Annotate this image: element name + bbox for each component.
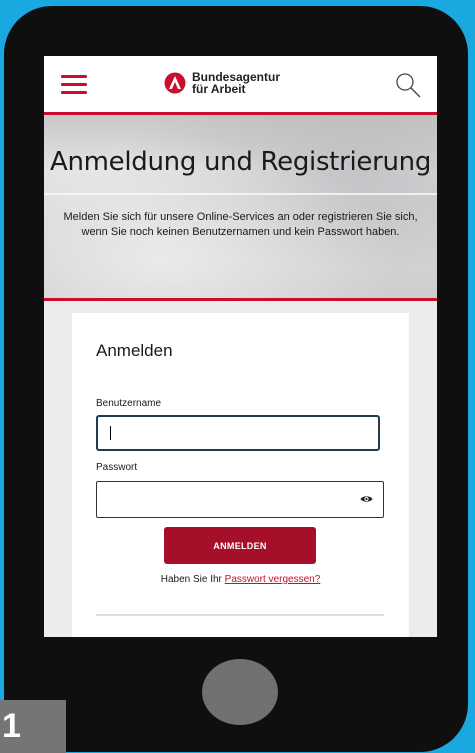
search-icon[interactable] xyxy=(394,71,422,99)
username-input[interactable] xyxy=(96,415,380,451)
home-button[interactable] xyxy=(202,659,278,725)
brand-name: Bundesagentur für Arbeit xyxy=(192,71,280,95)
login-title: Anmelden xyxy=(96,341,173,360)
login-button[interactable]: ANMELDEN xyxy=(164,527,316,564)
brand-logo[interactable]: Bundesagentur für Arbeit xyxy=(164,71,280,95)
forgot-password-row: Haben Sie Ihr Passwort vergessen? xyxy=(72,574,409,585)
menu-icon[interactable] xyxy=(61,75,87,95)
page-title: Anmeldung und Registrierung xyxy=(49,147,432,177)
brand-name-line2: für Arbeit xyxy=(192,82,246,96)
forgot-prefix: Haben Sie Ihr xyxy=(160,574,225,585)
card-divider xyxy=(96,614,384,616)
login-card: Anmelden Benutzername Passwort ANMELDEN … xyxy=(72,313,409,637)
forgot-password-link[interactable]: Passwort vergessen? xyxy=(225,574,321,585)
hero-banner: Anmeldung und Registrierung Melden Sie s… xyxy=(44,115,437,301)
site-header: Bundesagentur für Arbeit xyxy=(44,56,437,115)
password-label: Passwort xyxy=(96,462,138,473)
phone-screen: Bundesagentur für Arbeit Anmeldung und R… xyxy=(44,56,437,637)
text-cursor xyxy=(110,426,111,440)
ba-logo-icon xyxy=(164,72,186,94)
hero-divider xyxy=(44,193,437,195)
password-input[interactable] xyxy=(96,481,384,518)
hero-description: Melden Sie sich für unsere Online-Servic… xyxy=(63,211,418,238)
show-password-eye-icon[interactable] xyxy=(360,494,373,504)
step-number-badge: 1 xyxy=(0,700,66,753)
username-label: Benutzername xyxy=(96,398,162,409)
